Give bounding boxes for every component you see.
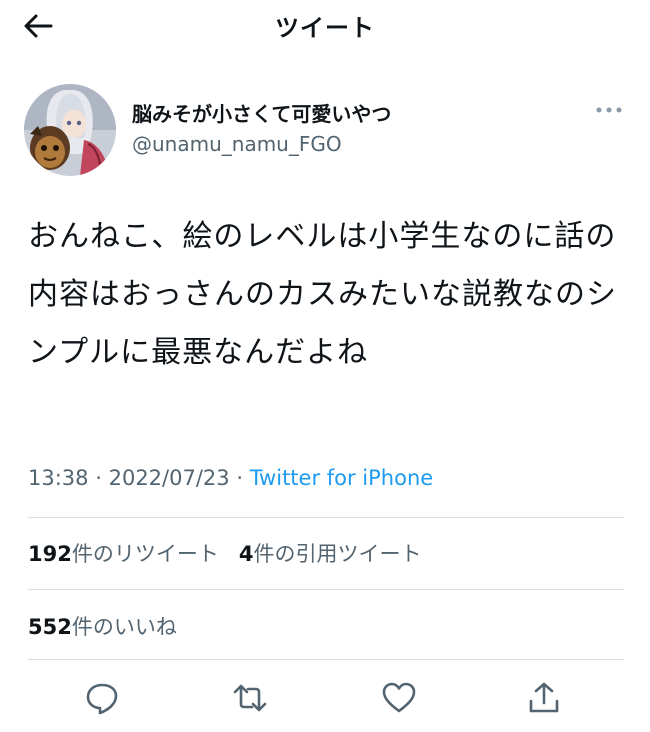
quotes-count: 4 <box>238 542 254 566</box>
avatar-image <box>24 84 116 176</box>
divider <box>28 659 624 660</box>
user-handle[interactable]: @unamu_namu_FGO <box>132 132 342 156</box>
retweet-stats-row: 192件のリツイート 4件の引用ツイート <box>28 538 422 568</box>
tweet-time[interactable]: 13:38 <box>28 466 89 490</box>
meta-separator: · <box>95 466 102 490</box>
retweet-button[interactable] <box>230 678 270 718</box>
likes-count: 552 <box>28 615 72 639</box>
reply-icon[interactable] <box>84 680 120 716</box>
likes-label: 件のいいね <box>71 615 177 639</box>
tweet-text: おんねこ、絵のレベルは小学生なのに話の内容はおっさんのカスみたいな説教なのシンプ… <box>28 219 617 370</box>
reply-button[interactable] <box>82 678 122 718</box>
divider <box>28 589 624 590</box>
retweets-label: 件のリツイート <box>71 542 219 566</box>
quotes-label: 件の引用ツイート <box>253 542 422 566</box>
meta-separator: · <box>236 466 244 490</box>
likes-stats-row: 552件のいいね <box>28 611 177 641</box>
retweet-icon[interactable] <box>232 680 268 716</box>
tweet-date[interactable]: 2022/07/23 <box>109 466 230 490</box>
divider <box>28 517 624 518</box>
tweet-source-link[interactable]: Twitter for iPhone <box>250 466 434 490</box>
more-dots-icon[interactable] <box>594 102 624 118</box>
retweets-stat[interactable]: 192件のリツイート <box>28 542 219 566</box>
page-title: ツイート <box>275 14 375 42</box>
retweets-count: 192 <box>28 542 72 566</box>
like-button[interactable] <box>379 678 419 718</box>
tweet-meta: 13:38 · 2022/07/23 · Twitter for iPhone <box>28 466 433 490</box>
share-button[interactable] <box>524 678 564 718</box>
avatar[interactable] <box>24 84 116 176</box>
quotes-stat[interactable]: 4件の引用ツイート <box>239 542 422 566</box>
more-options-button[interactable] <box>594 102 624 118</box>
tweet-author: 脳みそが小さくて可愛いやつ @unamu_namu_FGO <box>24 84 624 176</box>
display-name[interactable]: 脳みそが小さくて可愛いやつ <box>132 98 391 127</box>
share-icon[interactable] <box>526 680 562 716</box>
likes-stat[interactable]: 552件のいいね <box>28 615 177 639</box>
top-bar: ツイート <box>0 0 650 56</box>
tweet-actions <box>0 672 650 722</box>
like-icon[interactable] <box>381 680 417 716</box>
